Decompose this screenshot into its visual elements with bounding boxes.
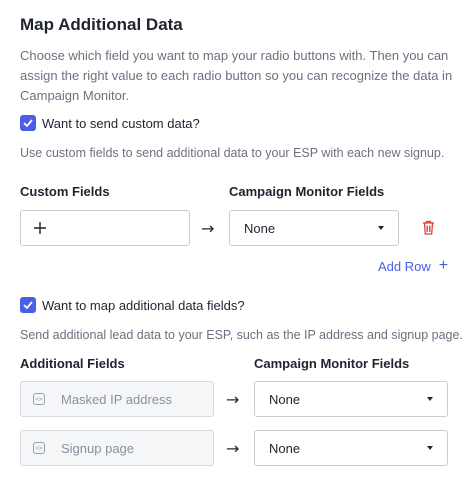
additional-data-label: Want to map additional data fields? bbox=[42, 297, 245, 313]
signup-page-select[interactable]: None bbox=[254, 430, 448, 466]
additional-data-toggle[interactable]: Want to map additional data fields? bbox=[20, 297, 245, 313]
trash-icon[interactable] bbox=[422, 220, 435, 235]
custom-data-checkbox[interactable] bbox=[20, 115, 36, 131]
masked-ip-field: <> Masked IP address bbox=[20, 381, 214, 417]
field-name: Masked IP address bbox=[61, 391, 173, 407]
chevron-down-icon bbox=[427, 446, 433, 450]
arrow-right-icon: → bbox=[226, 390, 240, 409]
section-description: Choose which field you want to map your … bbox=[20, 48, 453, 103]
additional-data-checkbox[interactable] bbox=[20, 297, 36, 313]
signup-page-field: <> Signup page bbox=[20, 430, 214, 466]
plus-icon bbox=[34, 222, 46, 234]
select-value: None bbox=[269, 391, 301, 407]
custom-data-toggle[interactable]: Want to send custom data? bbox=[20, 115, 200, 131]
add-row-plus-icon: + bbox=[438, 257, 449, 274]
masked-ip-select[interactable]: None bbox=[254, 381, 448, 417]
field-name: Signup page bbox=[61, 440, 135, 456]
add-row-button[interactable]: Add Row + bbox=[378, 258, 448, 274]
arrow-right-icon: → bbox=[226, 439, 240, 458]
custom-fields-heading: Custom Fields bbox=[20, 184, 110, 199]
code-icon: <> bbox=[33, 393, 45, 405]
code-icon: <> bbox=[33, 442, 45, 454]
campaign-monitor-fields-heading-2: Campaign Monitor Fields bbox=[254, 356, 410, 371]
additional-fields-heading: Additional Fields bbox=[20, 356, 125, 371]
campaign-monitor-fields-heading: Campaign Monitor Fields bbox=[229, 184, 385, 199]
select-value: None bbox=[269, 440, 301, 456]
section-title: Map Additional Data bbox=[20, 15, 183, 34]
arrow-right-icon: → bbox=[201, 219, 215, 238]
select-value: None bbox=[244, 220, 276, 236]
custom-data-hint: Use custom fields to send additional dat… bbox=[20, 146, 445, 160]
custom-campaign-monitor-select[interactable]: None bbox=[229, 210, 399, 246]
checkmark-icon bbox=[23, 119, 33, 127]
checkmark-icon bbox=[23, 301, 33, 309]
custom-field-input[interactable] bbox=[20, 210, 190, 246]
add-row-label: Add Row bbox=[378, 258, 431, 274]
chevron-down-icon bbox=[427, 397, 433, 401]
custom-data-label: Want to send custom data? bbox=[42, 115, 200, 131]
chevron-down-icon bbox=[378, 226, 384, 230]
additional-data-hint: Send additional lead data to your ESP, s… bbox=[20, 328, 463, 342]
